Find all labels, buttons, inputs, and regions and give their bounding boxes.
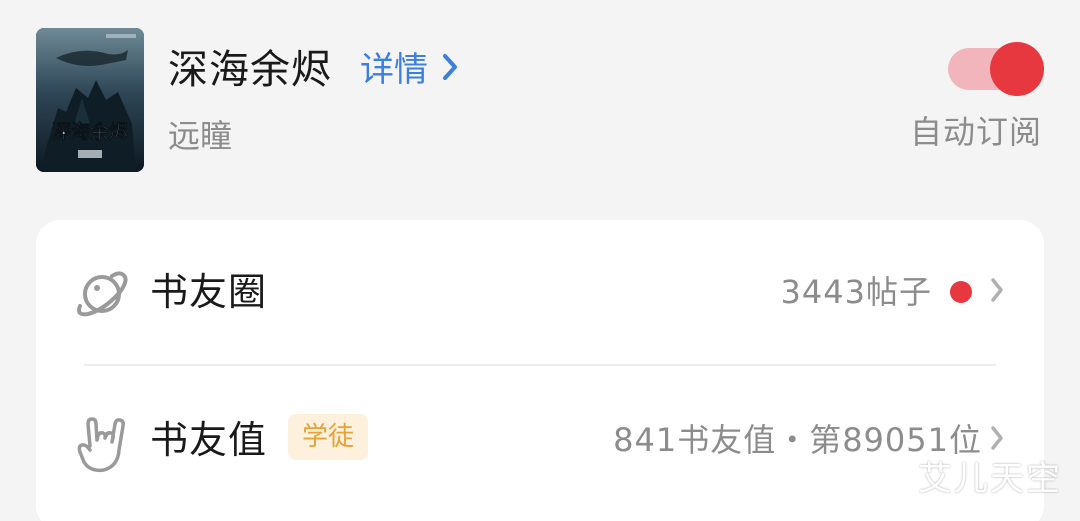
details-link[interactable]: 详情 (360, 44, 458, 96)
rock-hand-icon (74, 416, 130, 473)
auto-subscribe-label: 自动订阅 (909, 113, 1042, 151)
community-card: 书友圈 3443帖子 书友值 学徒 841书友值・第89051位 (36, 220, 1044, 521)
chevron-right-icon (442, 44, 458, 96)
rank-badge: 学徒 (288, 414, 369, 460)
unread-dot (950, 281, 972, 303)
svg-text:深海余烬: 深海余烬 (52, 120, 129, 143)
book-circle-meta: 3443帖子 (781, 264, 1004, 320)
book-title: 深海余烬 (168, 47, 332, 93)
author-name: 远瞳 (168, 117, 233, 155)
chevron-right-icon (990, 264, 1004, 320)
fan-value-label: 书友值 (150, 418, 268, 462)
book-circle-label: 书友圈 (150, 270, 268, 314)
details-label: 详情 (360, 50, 428, 90)
book-cover-image[interactable]: 深海余烬 (36, 28, 144, 172)
planet-icon (74, 266, 130, 322)
post-count: 3443帖子 (780, 273, 932, 311)
watermark-text: 艾儿天空 (918, 459, 1062, 499)
book-circle-row[interactable]: 书友圈 3443帖子 (36, 220, 1044, 366)
fan-value-row[interactable]: 书友值 学徒 841书友值・第89051位 (36, 366, 1044, 510)
book-info-sheet: 深海余烬 深海余烬 详情 远瞳 自动订阅 书友圈 3443帖子 书友值 学徒 8… (0, 0, 1080, 521)
auto-subscribe-toggle[interactable] (948, 42, 1044, 96)
toggle-knob (990, 42, 1044, 96)
